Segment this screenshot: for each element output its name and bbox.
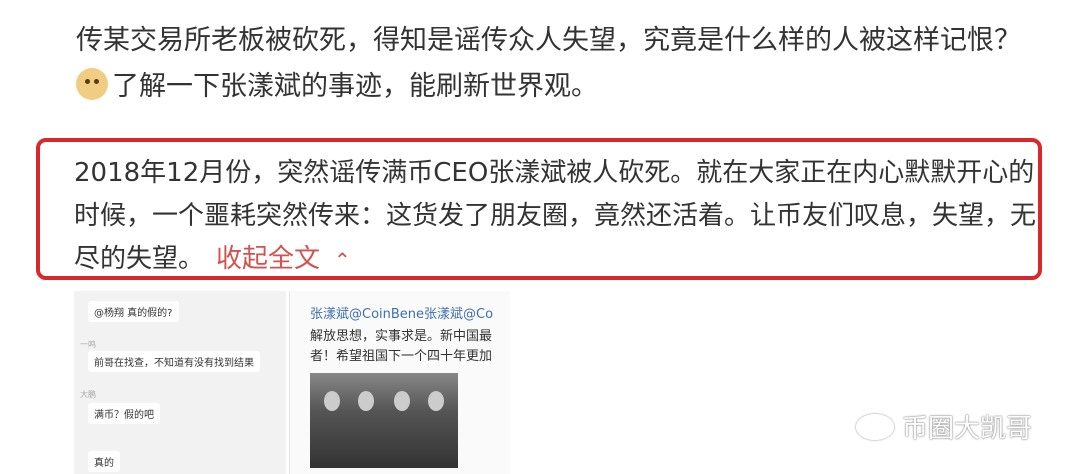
- highlight-paragraph: 2018年12月份，突然谣传满币CEO张漾斌被人砍死。就在大家正在内心默默开心的…: [74, 152, 1040, 282]
- weibo-photo: [310, 373, 458, 468]
- headline-line-1: 传某交易所老板被砍死，得知是谣传众人失望，究竟是什么样的人被这样记恨？: [76, 25, 1021, 56]
- doge-emoji-icon: [76, 68, 108, 100]
- weibo-screenshot-image: 张漾斌@CoinBene张漾斌@Co 解放思想，实事求是。新中国最者！希望祖国下…: [289, 291, 510, 474]
- weibo-post-text: 解放思想，实事求是。新中国最者！希望祖国下一个四十年更加: [310, 329, 493, 364]
- watermark-label: 币圈大凯哥: [902, 414, 1033, 444]
- chat-message: 真的: [88, 451, 120, 472]
- headline-line-2-text: 了解一下张漾斌的事迹，能刷新世界观。: [112, 71, 598, 102]
- chat-message: 满币？假的吧: [88, 403, 160, 424]
- collapse-fulltext-link[interactable]: 收起全文: [216, 244, 320, 274]
- chevron-up-icon[interactable]: ⌃: [334, 248, 351, 272]
- headline-line-2: 了解一下张漾斌的事迹，能刷新世界观。: [76, 64, 1036, 110]
- chat-message: @杨翔 真的假的?: [88, 301, 179, 322]
- chat-sender-name: 大鹏: [80, 390, 96, 399]
- post-headline: 传某交易所老板被砍死，得知是谣传众人失望，究竟是什么样的人被这样记恨？ 了解一下…: [76, 18, 1036, 110]
- chat-message: 前哥在找查，不知道有没有找到结果: [88, 351, 260, 372]
- wechat-watermark: 币圈大凯哥: [856, 408, 1032, 445]
- wechat-icon: [856, 414, 894, 440]
- weibo-user-name: 张漾斌@CoinBene张漾斌@Co: [310, 307, 494, 322]
- chat-sender-name: 一鸣: [80, 340, 96, 349]
- chat-screenshot-image: @杨翔 真的假的? 一鸣 前哥在找查，不知道有没有找到结果 大鹏 满币？假的吧 …: [74, 291, 286, 474]
